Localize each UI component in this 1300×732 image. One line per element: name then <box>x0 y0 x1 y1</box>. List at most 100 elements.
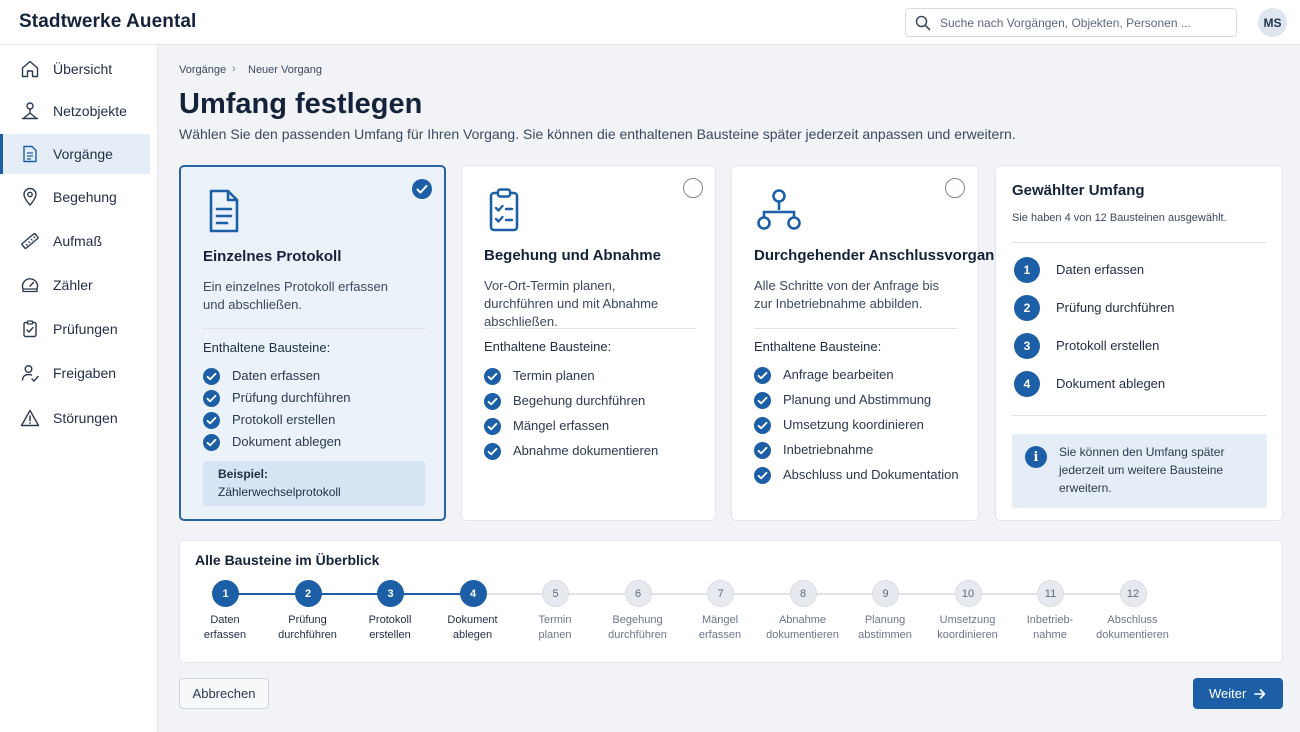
card-contains-label: Enthaltene Bausteine: <box>484 339 612 354</box>
info-text: Sie können den Umfang später jederzeit u… <box>1059 445 1225 495</box>
radio-unselected-icon[interactable] <box>945 178 965 198</box>
network-object-icon <box>21 102 39 120</box>
item-label: Abschluss und Dokumentation <box>783 467 959 482</box>
step-label: Abschluss dokumentieren <box>1096 614 1169 641</box>
scope-card-begehung-und-abnahme[interactable]: Begehung und Abnahme Vor-Ort-Termin plan… <box>461 165 716 521</box>
user-avatar[interactable]: MS <box>1258 8 1287 37</box>
page-subtitle: Wählen Sie den passenden Umfang für Ihre… <box>179 126 1016 142</box>
step-number: 4 <box>459 580 487 607</box>
check-circle-icon <box>754 392 771 409</box>
ruler-icon <box>21 232 39 250</box>
item-label: Protokoll erstellen <box>232 412 336 427</box>
user-check-icon <box>21 365 39 383</box>
next-button[interactable]: Weiter <box>1193 678 1283 709</box>
sidebar-item-zaehler[interactable]: Zähler <box>0 265 150 305</box>
item-label: Dokument ablegen <box>232 434 342 449</box>
step-number: 2 <box>294 580 322 607</box>
check-circle-icon <box>484 368 501 385</box>
item-label: Abnahme dokumentieren <box>513 443 659 458</box>
sidebar-item-stoerungen[interactable]: Störungen <box>0 398 150 438</box>
card-title: Einzelnes Protokoll <box>203 248 342 265</box>
step-number: 7 <box>707 580 734 607</box>
step-label: Mängel erfassen <box>698 614 742 641</box>
sidebar-item-label: Freigaben <box>53 365 117 381</box>
item-label: Mängel erfassen <box>513 418 610 433</box>
step-label: Protokoll erstellen <box>1056 338 1160 353</box>
step-number: 6 <box>624 580 652 607</box>
next-button-label: Weiter <box>1209 686 1247 701</box>
check-circle-icon <box>203 390 220 407</box>
step-label: Umsetzung koordinieren <box>937 614 998 641</box>
step-number: 1 <box>212 580 239 607</box>
warning-triangle-icon <box>20 409 40 427</box>
selected-step: 3 Protokoll erstellen <box>1014 333 1264 359</box>
card-description: Ein einzelnes Protokoll erfassen und abs… <box>203 279 388 312</box>
radio-unselected-icon[interactable] <box>683 178 703 198</box>
scope-card-durchgehender-anschlussvorgang[interactable]: Durchgehender Anschlussvorgang Alle Schr… <box>731 165 1004 521</box>
sidebar-item-label: Begehung <box>53 189 117 205</box>
location-pin-icon <box>23 187 37 207</box>
selected-step: 2 Prüfung durchführen <box>1014 295 1264 321</box>
search-box[interactable] <box>905 8 1237 37</box>
scope-card-einzelnes-protokoll[interactable]: Einzelnes Protokoll Ein einzelnes Protok… <box>179 165 446 521</box>
step-number: 3 <box>1014 333 1040 359</box>
sidebar-item-label: Netzobjekte <box>53 103 127 119</box>
check-circle-icon <box>754 417 771 434</box>
sidebar-item-uebersicht[interactable]: Übersicht <box>0 49 150 89</box>
example-label: Beispiel: <box>218 467 269 481</box>
arrow-right-icon <box>1254 689 1266 699</box>
info-icon: i <box>1025 446 1047 468</box>
divider <box>484 328 696 329</box>
selected-check-icon[interactable] <box>412 179 432 199</box>
breadcrumb-parent-link[interactable]: Vorgänge <box>179 64 226 76</box>
divider <box>1012 242 1267 243</box>
selection-count: Sie haben 4 von 12 Bausteinen ausgewählt… <box>1012 212 1227 224</box>
card-contains-label: Enthaltene Bausteine: <box>754 339 882 354</box>
item-label: Inbetriebnahme <box>783 442 874 457</box>
top-bar: Stadtwerke Auental MS <box>0 0 1300 45</box>
info-box: i Sie können den Umfang später jederzeit… <box>1012 434 1267 508</box>
clipboard-check-icon <box>23 320 37 338</box>
sidebar-item-label: Übersicht <box>53 61 113 77</box>
card-contains-label: Enthaltene Bausteine: <box>203 340 331 355</box>
sidebar-item-label: Vorgänge <box>53 146 113 162</box>
search-input[interactable] <box>940 14 1225 32</box>
step-number: 2 <box>1014 295 1040 321</box>
sidebar-item-label: Störungen <box>53 410 118 426</box>
item-label: Anfrage bearbeiten <box>783 367 894 382</box>
sidebar-item-aufmass[interactable]: Aufmaß <box>0 221 150 261</box>
example-box: Beispiel: Zählerwechselprotokoll <box>203 461 425 506</box>
divider <box>1012 415 1267 416</box>
item-label: Umsetzung koordinieren <box>783 417 924 432</box>
check-circle-icon <box>754 367 771 384</box>
app-title: Stadtwerke Auental <box>19 11 197 32</box>
search-icon <box>915 15 931 31</box>
document-icon <box>23 145 37 163</box>
card-title: Begehung und Abnahme <box>484 247 661 264</box>
divider <box>754 328 957 329</box>
check-circle-icon <box>754 467 771 484</box>
divider <box>203 328 425 329</box>
check-circle-icon <box>203 434 220 451</box>
selected-step: 4 Dokument ablegen <box>1014 371 1264 397</box>
check-circle-icon <box>754 442 771 459</box>
step-number: 12 <box>1119 580 1147 607</box>
cancel-button[interactable]: Abbrechen <box>179 678 269 709</box>
progress-line-active <box>225 593 473 595</box>
step-label: Prüfung durchführen <box>278 614 337 641</box>
step-number: 10 <box>954 580 982 607</box>
step-label: Begehung durchführen <box>608 614 667 641</box>
step-label: Daten erfassen <box>203 614 247 641</box>
sidebar-item-vorgaenge[interactable]: Vorgänge <box>0 134 150 174</box>
step-number: 3 <box>377 580 404 607</box>
overview-title: Alle Bausteine im Überblick <box>195 552 380 568</box>
sidebar-item-begehung[interactable]: Begehung <box>0 177 150 217</box>
sidebar-item-pruefungen[interactable]: Prüfungen <box>0 309 150 349</box>
step-number: 1 <box>1014 257 1040 283</box>
sidebar-item-label: Aufmaß <box>53 233 103 249</box>
step-label: Prüfung durchführen <box>1056 300 1175 315</box>
check-circle-icon <box>484 418 501 435</box>
sidebar: Übersicht Netzobjekte Vorgänge Begehung … <box>0 45 158 732</box>
sidebar-item-freigaben[interactable]: Freigaben <box>0 353 150 393</box>
sidebar-item-netzobjekte[interactable]: Netzobjekte <box>0 91 150 131</box>
